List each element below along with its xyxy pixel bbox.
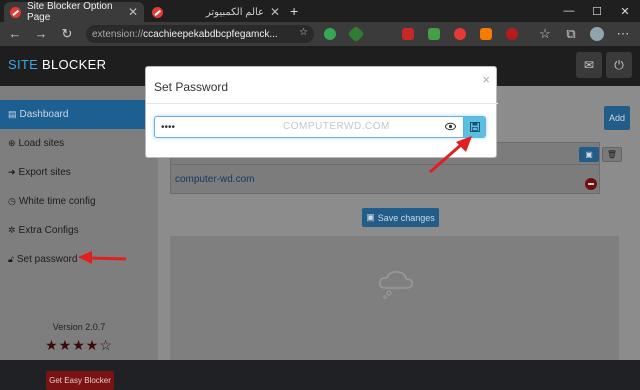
profile-avatar[interactable]: [590, 27, 604, 41]
menu-icon[interactable]: ⋯: [614, 26, 632, 42]
add-button[interactable]: Add: [604, 106, 630, 130]
sidebar-item-label: White time config: [18, 196, 96, 207]
floppy-icon: [469, 122, 480, 132]
gear-icon: ✲: [8, 225, 16, 235]
tab-close-icon[interactable]: ✕: [270, 5, 280, 19]
ext-record-icon[interactable]: [454, 28, 466, 40]
cloud-icon: [379, 271, 413, 299]
sidebar-item-load-sites[interactable]: ⊕ Load sites: [0, 129, 158, 158]
ext-red-icon[interactable]: [402, 28, 414, 40]
modal-close-icon[interactable]: ×: [482, 72, 490, 87]
list-trash-button[interactable]: 🗑︎: [602, 147, 622, 162]
reload-icon[interactable]: ↻: [58, 26, 76, 42]
annotation-arrow-to-save: [429, 136, 472, 174]
tab-title: عالم الكمبيوتر: [205, 6, 264, 18]
bookmark-star-icon[interactable]: ☆: [299, 27, 308, 38]
arrow-circle-icon: ➜: [8, 167, 16, 177]
sidebar-item-label: Load sites: [18, 138, 65, 149]
sidebar-item-dashboard[interactable]: ▤ Dashboard: [0, 100, 158, 129]
window-close-icon[interactable]: ✕: [610, 0, 640, 22]
get-easy-blocker-button[interactable]: Get Easy Blocker: [46, 371, 114, 390]
brand-site: SITE: [8, 57, 39, 72]
brand-blocker: BLOCKER: [38, 57, 107, 72]
sidebar-item-extra-configs[interactable]: ✲ Extra Configs: [0, 216, 158, 245]
address-id: ccachieepekabdbcpfegamck...: [143, 28, 278, 40]
modal-header: Set Password ×: [146, 67, 498, 104]
sidebar-item-white-time-config[interactable]: ◷ White time config: [0, 187, 158, 216]
sidebar-item-label: Dashboard: [19, 109, 69, 120]
browser-toolbar: ← → ↻ extension://ccachieepekabdbcpfegam…: [0, 22, 640, 46]
save-changes-label: Save changes: [377, 212, 435, 223]
browser-titlebar: Site Blocker Option Page ✕ عالم الكمبيوت…: [0, 0, 640, 23]
sidebar-item-export-sites[interactable]: ➜ Export sites: [0, 158, 158, 187]
sidebar: ▤ Dashboard ⊕ Load sites ➜ Export sites …: [0, 86, 158, 390]
blocked-site-link[interactable]: computer-wd.com: [175, 174, 254, 185]
mail-icon[interactable]: ✉: [576, 52, 602, 78]
back-icon[interactable]: ←: [6, 26, 24, 41]
ext-green-icon[interactable]: [428, 28, 440, 40]
maximize-icon[interactable]: ☐: [582, 0, 612, 22]
empty-state-panel: [170, 236, 619, 360]
tab-site-blocker[interactable]: Site Blocker Option Page ✕: [4, 1, 144, 23]
forward-icon[interactable]: →: [32, 26, 50, 41]
tab-title: Site Blocker Option Page: [26, 1, 113, 23]
modal-title: Set Password: [154, 80, 229, 94]
sidebar-item-label: Export sites: [18, 167, 71, 178]
list-save-button[interactable]: ▣: [579, 147, 599, 162]
grammarly-extension-icon[interactable]: [324, 28, 336, 40]
address-prefix: extension://: [92, 28, 144, 40]
collections-icon[interactable]: ⧉: [562, 26, 580, 42]
sidebar-item-label: Extra Configs: [18, 225, 79, 236]
site-blocker-extension-icon[interactable]: [506, 28, 518, 40]
eye-icon[interactable]: [445, 122, 456, 131]
rss-extension-icon[interactable]: [480, 28, 492, 40]
plus-circle-icon: ⊕: [8, 138, 16, 148]
clock-icon: ◷: [8, 196, 16, 206]
save-changes-button[interactable]: ▣ Save changes: [362, 208, 439, 227]
favorites-icon[interactable]: ☆: [536, 26, 554, 42]
brand-logo: SITE BLOCKER: [8, 57, 106, 72]
feedly-extension-icon[interactable]: [347, 25, 365, 43]
floppy-icon: ▣: [366, 212, 375, 222]
address-bar[interactable]: extension://ccachieepekabdbcpfegamck... …: [86, 25, 314, 43]
remove-site-button[interactable]: [585, 178, 597, 190]
computerwd-favicon-icon: [152, 6, 163, 18]
new-tab-icon[interactable]: +: [290, 3, 298, 19]
sliders-icon: ▤: [8, 109, 17, 119]
version-label: Version 2.0.7: [52, 322, 106, 332]
watermark-text: COMPUTERWD.COM: [283, 121, 390, 132]
annotation-arrow-to-set-password: [78, 251, 127, 264]
rating-stars[interactable]: ★★★★☆: [0, 337, 158, 354]
list-item: computer-wd.com: [171, 165, 599, 193]
power-icon[interactable]: ⏻: [606, 52, 632, 78]
tab-computerwd[interactable]: عالم الكمبيوتر ✕: [146, 2, 286, 22]
minimize-icon[interactable]: —: [554, 0, 584, 22]
lock-icon: 🔓︎: [8, 254, 14, 264]
site-blocker-favicon-icon: [10, 6, 21, 18]
tab-close-icon[interactable]: ✕: [128, 5, 138, 19]
sidebar-item-label: Set password: [16, 254, 78, 265]
